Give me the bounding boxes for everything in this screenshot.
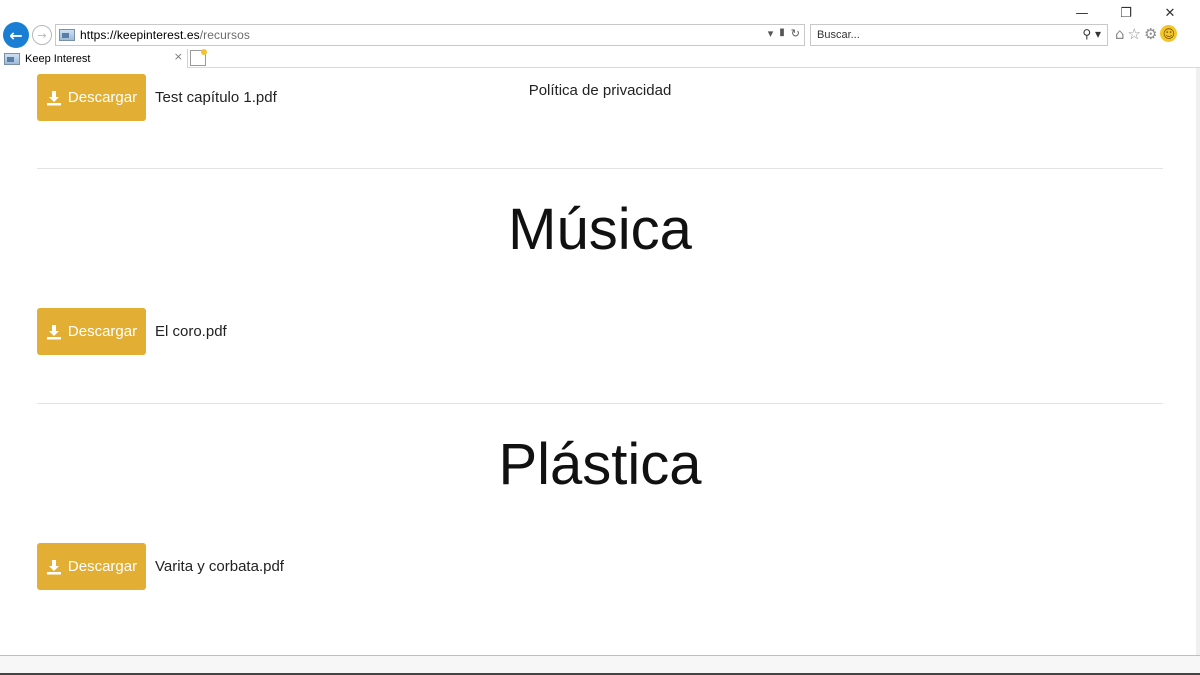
page-content: Política de privacidad Descargar Test ca… (0, 68, 1200, 655)
vertical-scrollbar[interactable] (1196, 68, 1200, 655)
search-placeholder: Buscar... (817, 29, 860, 41)
feedback-smiley-icon[interactable]: ☺ (1160, 25, 1178, 42)
download-button[interactable]: Descargar (37, 308, 146, 355)
url-path: /recursos (199, 28, 250, 42)
resource-row: Descargar Test capítulo 1.pdf (37, 74, 277, 121)
tab-strip: Keep Interest × (0, 49, 1200, 68)
section-divider (37, 168, 1163, 169)
download-icon (46, 90, 61, 105)
file-name: Test capítulo 1.pdf (155, 89, 277, 106)
tab-favicon-icon (4, 52, 20, 65)
section-title-plastica: Plástica (498, 432, 702, 497)
new-tab-icon[interactable] (190, 49, 207, 66)
download-button-label: Descargar (67, 558, 138, 575)
favorites-star-icon[interactable]: ☆ (1128, 25, 1141, 43)
settings-gear-icon[interactable]: ⚙ (1144, 25, 1157, 43)
lock-icon[interactable]: ▮ (779, 27, 785, 40)
tab-keep-interest[interactable]: Keep Interest × (0, 49, 188, 68)
file-name: El coro.pdf (155, 323, 227, 340)
address-bar[interactable]: https://keepinterest.es/recursos ▾ ▮ ↻ (55, 24, 805, 46)
section-title-musica: Música (508, 197, 692, 262)
forward-button[interactable]: → (32, 25, 52, 45)
section-divider (37, 403, 1163, 404)
search-icon[interactable]: ⚲ ▾ (1082, 27, 1101, 41)
tab-close-icon[interactable]: × (174, 50, 183, 63)
download-icon (46, 324, 61, 339)
address-dropdown-icon[interactable]: ▾ (768, 27, 774, 40)
download-button[interactable]: Descargar (37, 543, 146, 590)
status-bar (0, 655, 1200, 675)
resource-row: Descargar El coro.pdf (37, 308, 227, 355)
site-favicon-icon (59, 29, 75, 41)
refresh-icon[interactable]: ↻ (791, 27, 800, 40)
download-button-label: Descargar (67, 89, 138, 106)
window-controls: — ❐ ✕ (1060, 4, 1192, 22)
search-box[interactable]: Buscar... ⚲ ▾ (810, 24, 1108, 46)
back-button[interactable]: ← (3, 22, 29, 48)
browser-window: — ❐ ✕ ← → https://keepinterest.es/recurs… (0, 0, 1200, 675)
download-button[interactable]: Descargar (37, 74, 146, 121)
resource-row: Descargar Varita y corbata.pdf (37, 543, 284, 590)
browser-chrome: — ❐ ✕ ← → https://keepinterest.es/recurs… (0, 0, 1200, 68)
download-button-label: Descargar (67, 323, 138, 340)
home-icon[interactable]: ⌂ (1115, 25, 1125, 43)
tab-title: Keep Interest (25, 52, 91, 65)
close-window-button[interactable]: ✕ (1148, 4, 1192, 22)
minimize-button[interactable]: — (1060, 4, 1104, 22)
navigation-bar: ← → https://keepinterest.es/recursos ▾ ▮… (0, 22, 1200, 48)
address-tools: ▾ ▮ ↻ (768, 27, 800, 40)
download-icon (46, 559, 61, 574)
toolbar-icons: ⌂ ☆ ⚙ ☺ (1115, 25, 1178, 43)
url-domain: https://keepinterest.es (80, 28, 200, 42)
url-text: https://keepinterest.es/recursos (80, 28, 250, 42)
file-name: Varita y corbata.pdf (155, 558, 284, 575)
restore-button[interactable]: ❐ (1104, 4, 1148, 22)
